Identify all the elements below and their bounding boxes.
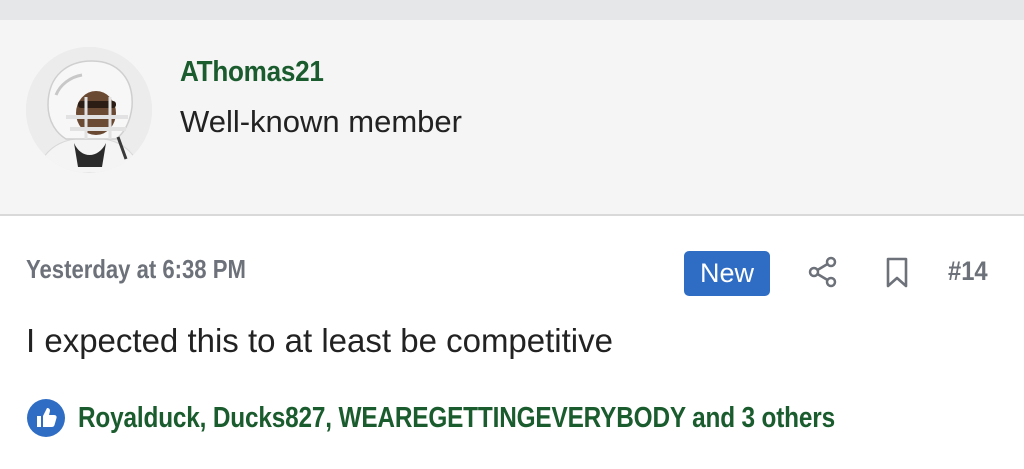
post-timestamp[interactable]: Yesterday at 6:38 PM: [26, 254, 246, 285]
top-divider-strip: [0, 0, 1024, 20]
reactions-summary[interactable]: Royalduck, Ducks827, WEAREGETTINGEVERYBO…: [26, 398, 979, 438]
author-username[interactable]: AThomas21: [180, 56, 324, 89]
post-author-header: AThomas21 Well-known member: [0, 20, 1024, 216]
new-badge: New: [684, 251, 770, 296]
post-body-text: I expected this to at least be competiti…: [26, 322, 613, 359]
forum-post: AThomas21 Well-known member Yesterday at…: [0, 0, 1024, 469]
author-user-title: Well-known member: [180, 104, 462, 139]
thumbs-up-icon: [27, 399, 65, 437]
reactions-text[interactable]: Royalduck, Ducks827, WEAREGETTINGEVERYBO…: [78, 402, 835, 435]
bookmark-icon[interactable]: [882, 256, 912, 290]
post-number-link[interactable]: #14: [948, 256, 988, 287]
avatar[interactable]: [26, 47, 152, 173]
share-icon[interactable]: [806, 255, 840, 289]
